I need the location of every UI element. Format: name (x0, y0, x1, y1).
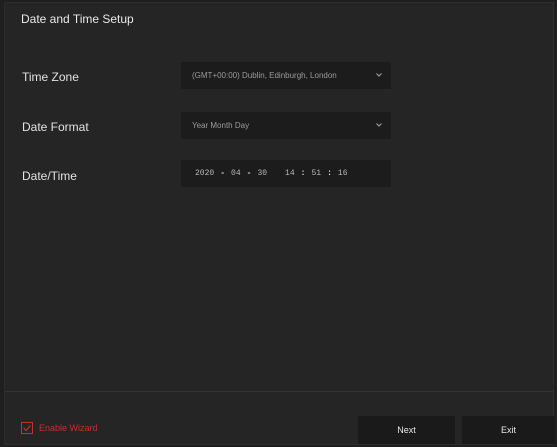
footer-divider (5, 391, 553, 392)
month-field[interactable]: 04 (231, 169, 241, 178)
date-time-setup-window: Date and Time Setup Time Zone (GMT+00:00… (4, 2, 555, 445)
date-time-input[interactable]: 2020 - 04 - 30 14 : 51 : 16 (181, 160, 391, 187)
next-button[interactable]: Next (358, 416, 455, 444)
time-zone-value: (GMT+00:00) Dublin, Edinburgh, London (192, 71, 337, 80)
date-format-select[interactable]: Year Month Day (181, 112, 391, 139)
date-format-value: Year Month Day (192, 121, 250, 130)
second-field[interactable]: 16 (338, 169, 348, 178)
time-zone-select[interactable]: (GMT+00:00) Dublin, Edinburgh, London (181, 62, 391, 89)
date-separator: - (220, 169, 226, 178)
page-title: Date and Time Setup (21, 12, 134, 26)
enable-wizard-toggle[interactable]: Enable Wizard (21, 422, 98, 434)
time-zone-label: Time Zone (22, 70, 79, 84)
year-field[interactable]: 2020 (195, 169, 214, 178)
checkmark-icon (23, 425, 31, 432)
date-separator: - (246, 169, 252, 178)
date-format-label: Date Format (22, 120, 89, 134)
hour-field[interactable]: 14 (285, 169, 295, 178)
time-separator: : (327, 169, 332, 178)
chevron-down-icon (376, 123, 382, 127)
chevron-down-icon (376, 73, 382, 77)
enable-wizard-label: Enable Wizard (39, 423, 98, 433)
exit-button[interactable]: Exit (462, 416, 555, 444)
date-time-label: Date/Time (22, 169, 77, 183)
minute-field[interactable]: 51 (311, 169, 321, 178)
enable-wizard-checkbox[interactable] (21, 422, 33, 434)
day-field[interactable]: 30 (257, 169, 267, 178)
time-separator: : (300, 169, 306, 178)
